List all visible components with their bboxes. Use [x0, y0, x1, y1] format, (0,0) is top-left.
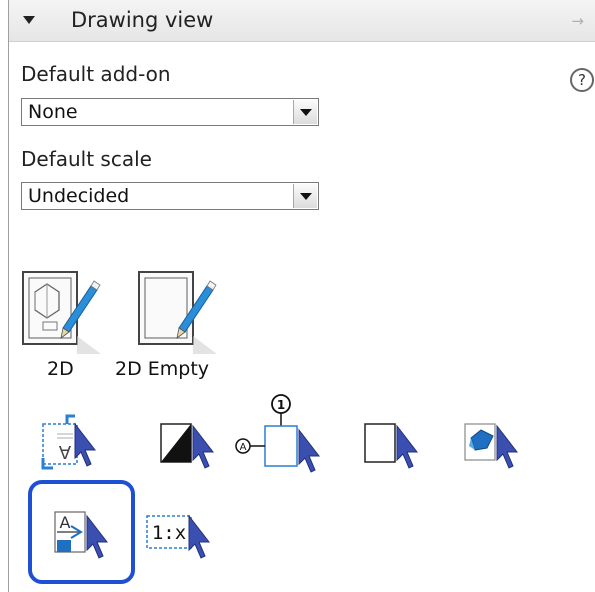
drawing-view-panel: Drawing view → Default add-on ? None Def… — [8, 0, 595, 592]
drawing-2d-empty-icon — [138, 271, 217, 354]
balloon-icon: 1 A — [235, 394, 321, 473]
default-addon-label: Default add-on — [21, 62, 171, 86]
scale-text: 1:x — [152, 522, 186, 544]
scale-icon: 1:x — [146, 514, 211, 559]
balloon-tool-button[interactable]: 1 A — [231, 392, 331, 474]
blank-sheet-icon — [364, 423, 419, 469]
panel-title: Drawing view — [71, 8, 214, 32]
annotation-letter: A — [60, 513, 71, 532]
balloon-number: 1 — [277, 398, 285, 412]
chevron-down-icon[interactable] — [293, 100, 317, 124]
drawing-2d-icon — [22, 271, 101, 354]
annotation-arrow-tool-button[interactable]: A — [49, 502, 129, 564]
annotation-frame-icon: A — [41, 414, 97, 470]
3d-view-icon — [464, 423, 519, 469]
collapse-arrow-icon[interactable] — [23, 16, 35, 24]
3d-view-tool-button[interactable] — [461, 412, 541, 474]
help-icon[interactable]: ? — [570, 68, 594, 92]
panel-header[interactable]: Drawing view → — [9, 0, 595, 42]
default-scale-select[interactable]: Undecided — [21, 182, 319, 210]
chevron-down-icon[interactable] — [293, 184, 317, 208]
view-style-icon — [160, 423, 215, 469]
default-scale-value: Undecided — [28, 185, 130, 207]
default-addon-select[interactable]: None — [21, 98, 319, 126]
template-2d-empty-button[interactable] — [137, 270, 217, 354]
scale-tool-button[interactable]: 1:x — [143, 502, 223, 564]
blank-sheet-tool-button[interactable] — [361, 412, 441, 474]
default-addon-value: None — [28, 101, 78, 123]
annotation-tool-button[interactable]: A — [39, 412, 119, 474]
default-scale-label: Default scale — [21, 147, 152, 171]
balloon-letter: A — [240, 442, 247, 453]
template-2d-label: 2D — [47, 358, 74, 380]
template-2d-button[interactable] — [21, 270, 101, 354]
pin-icon[interactable]: → — [571, 12, 584, 30]
template-2d-empty-label: 2D Empty — [115, 358, 210, 380]
view-style-tool-button[interactable] — [157, 412, 237, 474]
annotation-arrow-icon: A — [54, 511, 109, 559]
svg-text:A: A — [58, 441, 71, 462]
